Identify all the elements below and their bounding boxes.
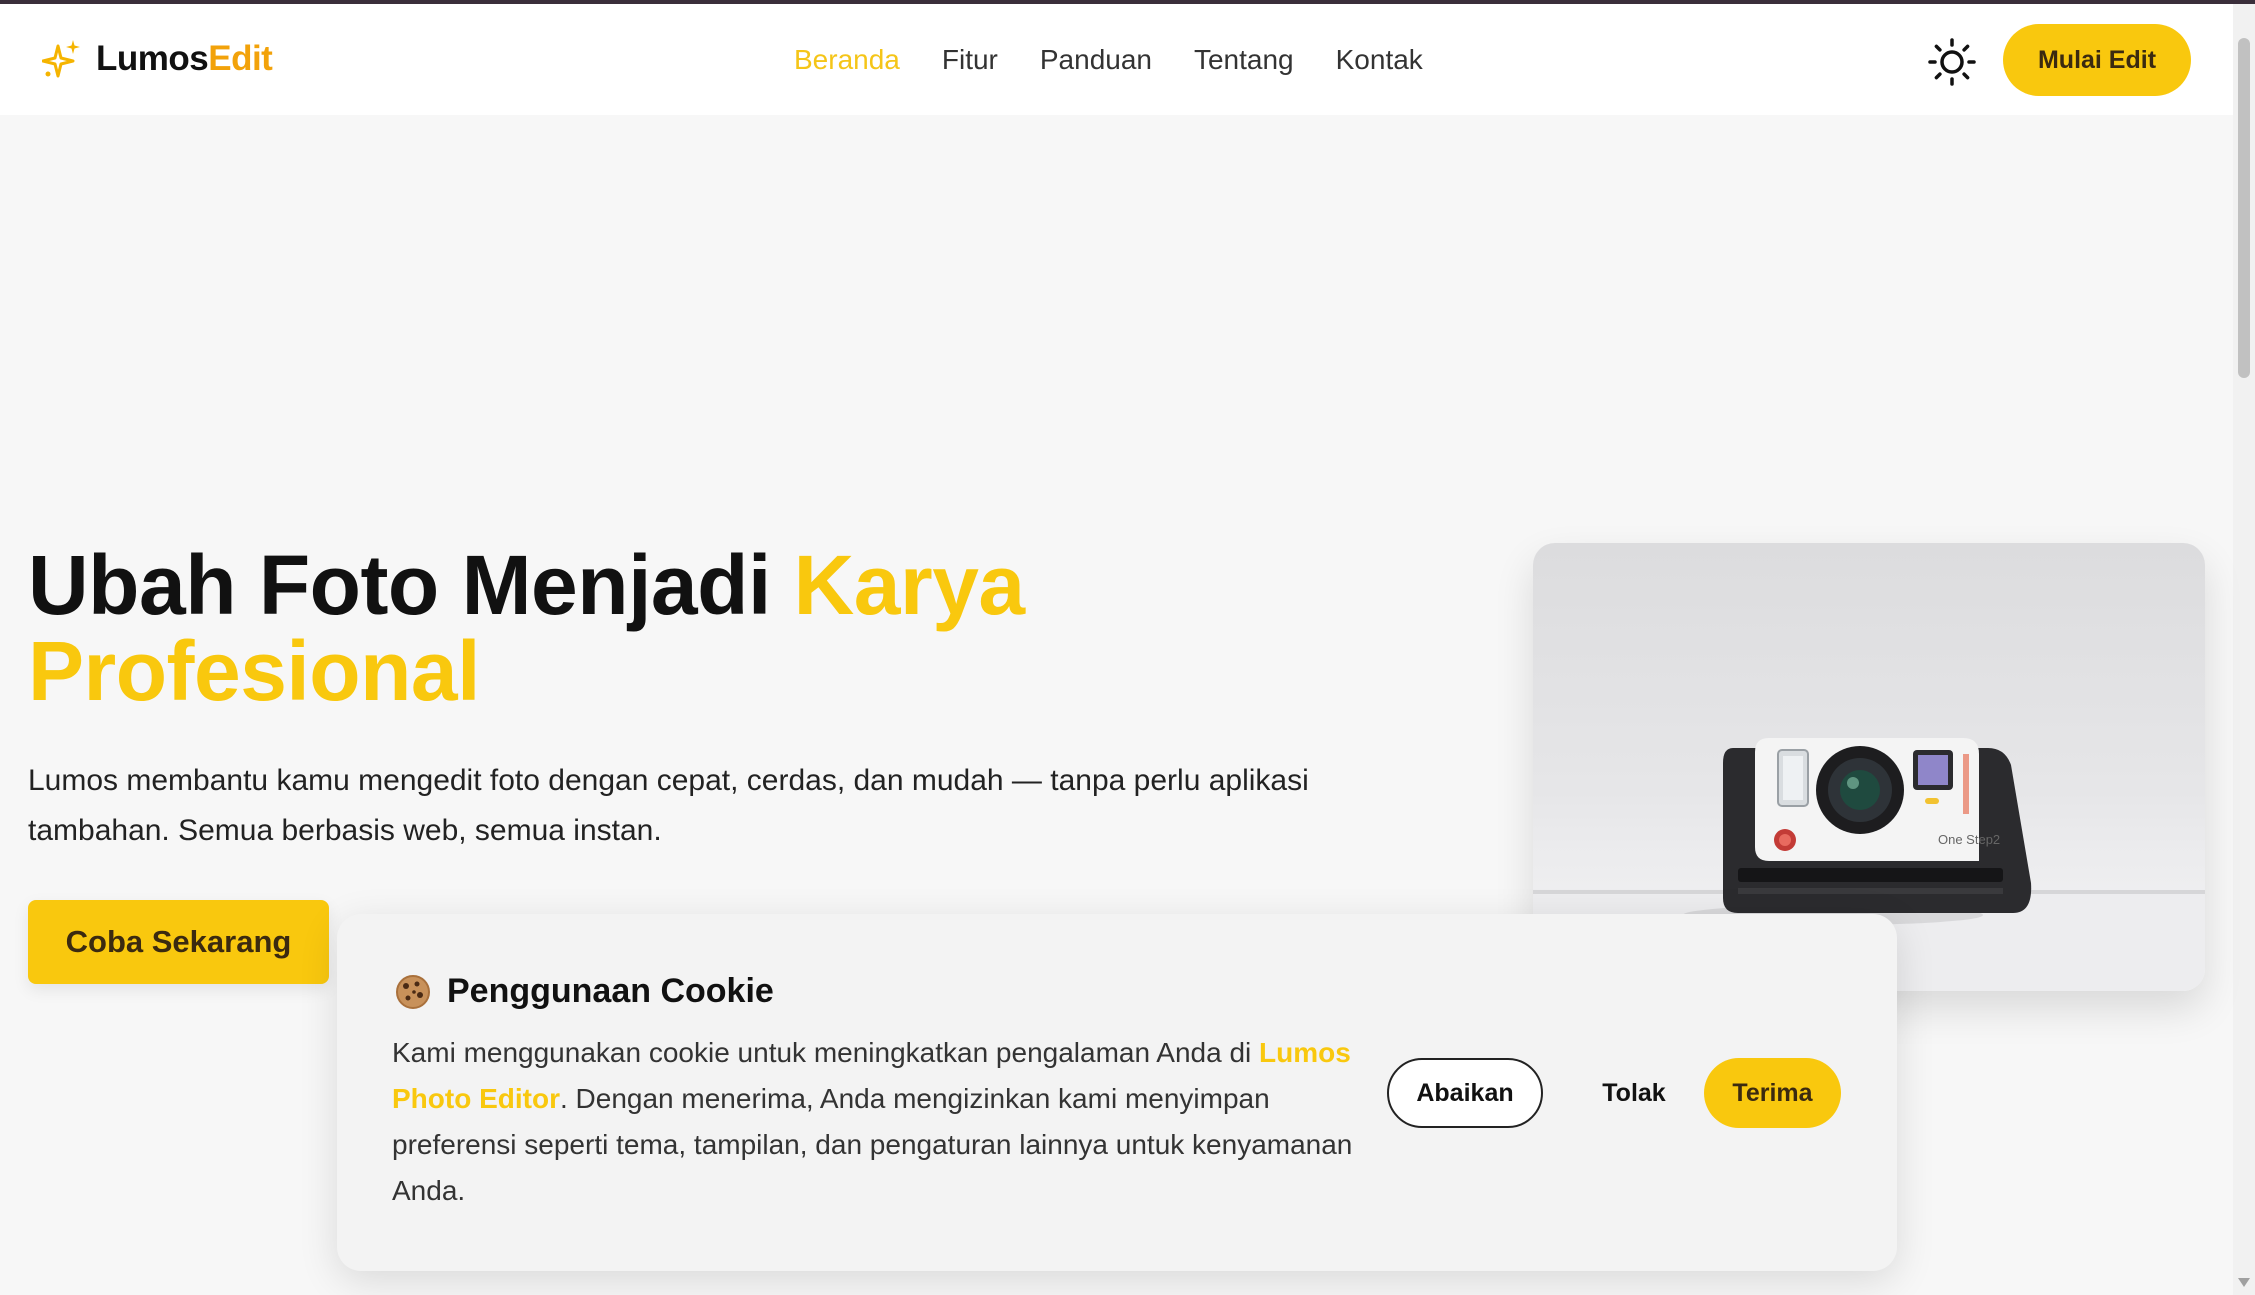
cookie-message-start: Kami menggunakan cookie untuk meningkatk…	[392, 1037, 1260, 1068]
scrollbar-thumb[interactable]	[2238, 38, 2250, 378]
logo-text-part2: Edit	[208, 39, 273, 78]
logo-text-part1: Lumos	[96, 39, 209, 78]
scroll-down-arrow-icon[interactable]	[2238, 1278, 2250, 1287]
cookie-header: Penggunaan Cookie	[395, 972, 774, 1011]
nav-item-panduan[interactable]: Panduan	[1040, 44, 1152, 76]
nav-item-kontak[interactable]: Kontak	[1336, 44, 1423, 76]
hero-title: Ubah Foto Menjadi Karya Profesional	[28, 542, 1228, 714]
hero-description: Lumos membantu kamu mengedit foto dengan…	[28, 764, 1309, 847]
navbar: LumosEdit Beranda Fitur Panduan Tentang …	[0, 4, 2233, 115]
cookie-title: Penggunaan Cookie	[447, 972, 774, 1010]
reject-cookie-button[interactable]: Tolak	[1569, 1058, 1699, 1128]
nav-item-tentang[interactable]: Tentang	[1194, 44, 1294, 76]
logo-text: LumosEdit	[96, 39, 273, 79]
nav-item-fitur[interactable]: Fitur	[942, 44, 998, 76]
hero-title-main: Ubah Foto Menjadi	[28, 538, 794, 632]
sun-icon	[1928, 38, 1976, 86]
logo[interactable]: LumosEdit	[42, 38, 273, 80]
cookie-icon	[396, 974, 430, 1009]
camera-model-text: One Step2	[1938, 832, 2000, 847]
nav-item-beranda[interactable]: Beranda	[794, 44, 900, 76]
start-edit-button[interactable]: Mulai Edit	[2003, 24, 2191, 96]
theme-toggle-button[interactable]	[1928, 38, 1976, 86]
main-nav: Beranda Fitur Panduan Tentang Kontak	[794, 44, 1423, 76]
page-scrollbar[interactable]	[2233, 4, 2255, 1295]
try-now-button[interactable]: Coba Sekarang	[28, 900, 329, 984]
cookie-consent-banner: Penggunaan Cookie Kami menggunakan cooki…	[337, 914, 1897, 1271]
ignore-cookie-button[interactable]: Abaikan	[1387, 1058, 1543, 1128]
accept-cookie-button[interactable]: Terima	[1704, 1058, 1841, 1128]
sparkle-icon	[42, 38, 82, 80]
cookie-message: Kami menggunakan cookie untuk meningkatk…	[392, 1030, 1372, 1214]
